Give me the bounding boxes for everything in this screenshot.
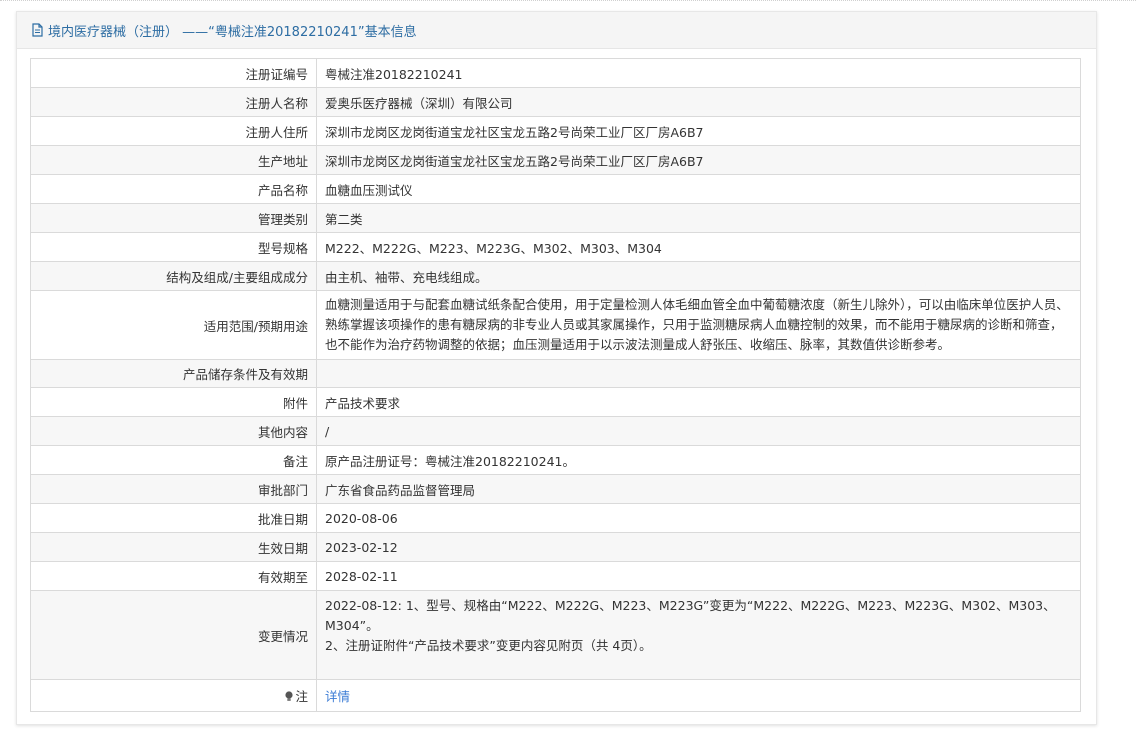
row-label: 适用范围/预期用途 — [30, 290, 317, 360]
table-row: 备注 原产品注册证号：粤械注准20182210241。 — [30, 445, 1081, 475]
table-row: 有效期至 2028-02-11 — [30, 561, 1081, 591]
change-line-1: 2022-08-12: 1、型号、规格由“M222、M222G、M223、M22… — [325, 598, 1056, 633]
row-label: 其他内容 — [30, 416, 317, 446]
table-row: 生效日期 2023-02-12 — [30, 532, 1081, 562]
row-value: 原产品注册证号：粤械注准20182210241。 — [316, 445, 1081, 475]
row-value: 粤械注准20182210241 — [316, 58, 1081, 88]
row-label: 产品名称 — [30, 174, 317, 204]
row-value: 由主机、袖带、充电线组成。 — [316, 261, 1081, 291]
panel-title: 境内医疗器械（注册） ——“粤械注准20182210241”基本信息 — [48, 24, 417, 40]
row-label: 注册人住所 — [30, 116, 317, 146]
change-value: 2022-08-12: 1、型号、规格由“M222、M222G、M223、M22… — [316, 590, 1081, 680]
row-value: 血糖血压测试仪 — [316, 174, 1081, 204]
row-label: 管理类别 — [30, 203, 317, 233]
table-row: 适用范围/预期用途 血糖测量适用于与配套血糖试纸条配合使用，用于定量检测人体毛细血… — [30, 290, 1081, 360]
note-label-cell: 注 — [30, 679, 317, 712]
table-row: 附件 产品技术要求 — [30, 387, 1081, 417]
table-row: 产品储存条件及有效期 — [30, 359, 1081, 388]
registration-info-panel: 境内医疗器械（注册） ——“粤械注准20182210241”基本信息 注册证编号… — [16, 11, 1097, 725]
row-value: 深圳市龙岗区龙岗街道宝龙社区宝龙五路2号尚荣工业厂区厂房A6B7 — [316, 116, 1081, 146]
row-value: 血糖测量适用于与配套血糖试纸条配合使用，用于定量检测人体毛细血管全血中葡萄糖浓度… — [316, 290, 1081, 360]
change-label: 变更情况 — [30, 590, 317, 680]
table-row-change: 变更情况 2022-08-12: 1、型号、规格由“M222、M222G、M22… — [30, 590, 1081, 680]
row-value: 2020-08-06 — [316, 503, 1081, 533]
table-row: 注册证编号 粤械注准20182210241 — [30, 58, 1081, 88]
row-value: / — [316, 416, 1081, 446]
row-label: 批准日期 — [30, 503, 317, 533]
top-dotted-divider — [0, 0, 1136, 1]
note-label: 注 — [295, 689, 308, 704]
row-value: 产品技术要求 — [316, 387, 1081, 417]
panel-header: 境内医疗器械（注册） ——“粤械注准20182210241”基本信息 — [17, 12, 1096, 49]
table-row: 管理类别 第二类 — [30, 203, 1081, 233]
table-row: 产品名称 血糖血压测试仪 — [30, 174, 1081, 204]
lightbulb-icon — [285, 691, 294, 701]
row-label: 型号规格 — [30, 232, 317, 262]
table-row: 注册人住所 深圳市龙岗区龙岗街道宝龙社区宝龙五路2号尚荣工业厂区厂房A6B7 — [30, 116, 1081, 146]
table-row: 批准日期 2020-08-06 — [30, 503, 1081, 533]
row-value: 爱奥乐医疗器械（深圳）有限公司 — [316, 87, 1081, 117]
row-label: 附件 — [30, 387, 317, 417]
table-row-note: 注 详情 — [30, 679, 1081, 712]
row-label: 审批部门 — [30, 474, 317, 504]
document-icon — [32, 23, 43, 37]
row-value: 第二类 — [316, 203, 1081, 233]
row-label: 注册人名称 — [30, 87, 317, 117]
table-row: 其他内容 / — [30, 416, 1081, 446]
table-row: 注册人名称 爱奥乐医疗器械（深圳）有限公司 — [30, 87, 1081, 117]
row-label: 注册证编号 — [30, 58, 317, 88]
row-label: 生产地址 — [30, 145, 317, 175]
row-value: 2028-02-11 — [316, 561, 1081, 591]
row-label: 有效期至 — [30, 561, 317, 591]
note-value: 详情 — [316, 679, 1081, 712]
row-value: M222、M222G、M223、M223G、M302、M303、M304 — [316, 232, 1081, 262]
row-value: 广东省食品药品监督管理局 — [316, 474, 1081, 504]
row-value: 2023-02-12 — [316, 532, 1081, 562]
row-label: 生效日期 — [30, 532, 317, 562]
details-link[interactable]: 详情 — [325, 689, 350, 704]
table-row: 生产地址 深圳市龙岗区龙岗街道宝龙社区宝龙五路2号尚荣工业厂区厂房A6B7 — [30, 145, 1081, 175]
table-row: 审批部门 广东省食品药品监督管理局 — [30, 474, 1081, 504]
info-table: 注册证编号 粤械注准20182210241 注册人名称 爱奥乐医疗器械（深圳）有限公… — [30, 58, 1081, 712]
row-label: 结构及组成/主要组成成分 — [30, 261, 317, 291]
table-row: 型号规格 M222、M222G、M223、M223G、M302、M303、M304 — [30, 232, 1081, 262]
row-label: 备注 — [30, 445, 317, 475]
row-value: 深圳市龙岗区龙岗街道宝龙社区宝龙五路2号尚荣工业厂区厂房A6B7 — [316, 145, 1081, 175]
table-row: 结构及组成/主要组成成分 由主机、袖带、充电线组成。 — [30, 261, 1081, 291]
row-value — [316, 359, 1081, 388]
row-label: 产品储存条件及有效期 — [30, 359, 317, 388]
change-line-2: 2、注册证附件“产品技术要求”变更内容见附页（共 4页）。 — [325, 638, 652, 653]
